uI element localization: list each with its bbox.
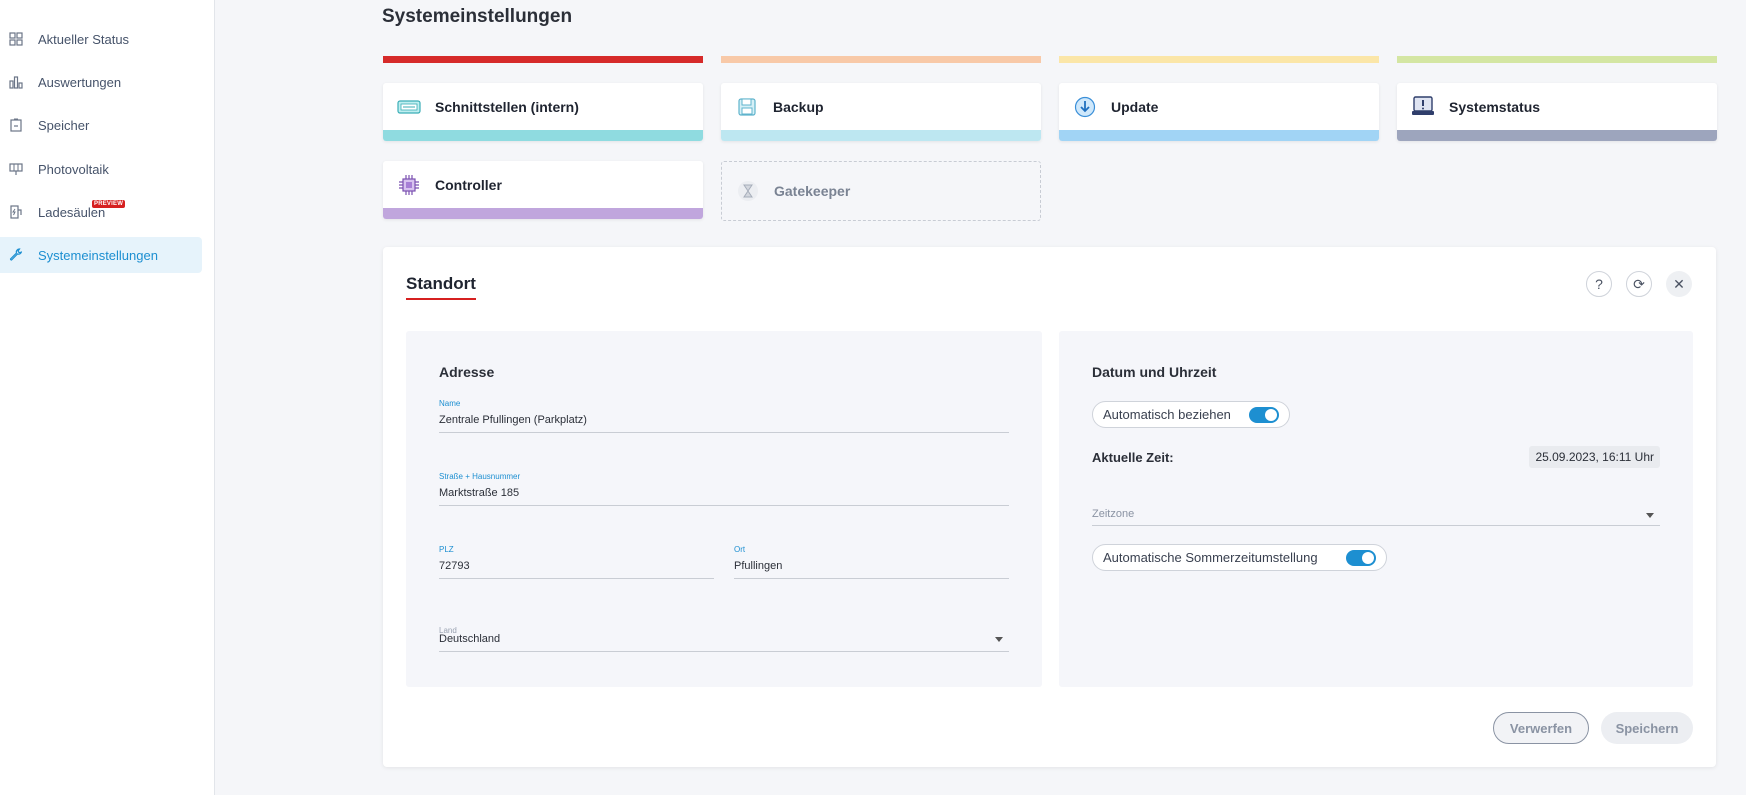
solar-panel-icon: [8, 161, 24, 177]
auto-time-switch[interactable]: [1249, 407, 1279, 423]
sidebar-item-systemeinstellungen[interactable]: Systemeinstellungen: [0, 237, 202, 273]
tile-controller[interactable]: Controller: [383, 161, 703, 219]
sidebar-item-ladesaeulen[interactable]: Ladesäulen PREVIEW: [0, 194, 202, 230]
sidebar-item-label: Auswertungen: [38, 74, 122, 90]
tile-color-bar: [383, 130, 703, 141]
name-field[interactable]: Name Zentrale Pfullingen (Parkplatz): [439, 399, 1009, 433]
interface-icon: [397, 95, 421, 119]
tile-strip-2[interactable]: [721, 56, 1041, 63]
sidebar-item-speicher[interactable]: Speicher: [0, 107, 202, 143]
refresh-button[interactable]: ⟳: [1626, 271, 1652, 297]
tile-label: Update: [1111, 98, 1159, 115]
tile-strip-3[interactable]: [1059, 56, 1379, 63]
refresh-icon: ⟳: [1633, 275, 1645, 292]
monitor-alert-icon: [1411, 95, 1435, 119]
street-label: Straße + Hausnummer: [439, 472, 521, 481]
chevron-down-icon: [1646, 513, 1654, 518]
battery-storage-icon: [8, 117, 24, 133]
sidebar-item-auswertungen[interactable]: Auswertungen: [0, 64, 202, 100]
tile-color-bar: [383, 208, 703, 219]
tile-strip-4[interactable]: [1397, 56, 1717, 63]
auto-time-toggle[interactable]: Automatisch beziehen: [1092, 401, 1290, 428]
tile-label: Systemstatus: [1449, 98, 1541, 115]
tile-gatekeeper: Gatekeeper: [721, 161, 1041, 221]
city-field[interactable]: Ort Pfullingen: [734, 545, 1009, 579]
help-button[interactable]: ?: [1586, 271, 1612, 297]
tile-backup[interactable]: Backup: [721, 83, 1041, 141]
zip-value: 72793: [439, 560, 470, 572]
city-value: Pfullingen: [734, 560, 783, 572]
page-title: Systemeinstellungen: [382, 6, 573, 27]
zip-label: PLZ: [439, 545, 454, 554]
address-panel: Adresse Name Zentrale Pfullingen (Parkpl…: [406, 331, 1042, 687]
timezone-placeholder: Zeitzone: [1092, 508, 1135, 520]
floppy-disk-icon: [735, 95, 759, 119]
tile-color-bar: [1397, 130, 1717, 141]
address-heading: Adresse: [439, 364, 495, 380]
chevron-down-icon: [995, 637, 1003, 642]
close-icon: ✕: [1673, 275, 1685, 292]
download-circle-icon: [1073, 95, 1097, 119]
tile-label: Gatekeeper: [774, 183, 851, 199]
dst-switch[interactable]: [1346, 550, 1376, 566]
standort-card: Standort ? ⟳ ✕ Adresse Name Zentrale Pfu…: [383, 247, 1716, 767]
sidebar: Aktueller Status Auswertungen Speicher P…: [0, 0, 215, 795]
question-icon: ?: [1595, 276, 1603, 292]
tile-systemstatus[interactable]: Systemstatus: [1397, 83, 1717, 141]
datetime-panel: Datum und Uhrzeit Automatisch beziehen A…: [1059, 331, 1693, 687]
street-field[interactable]: Straße + Hausnummer Marktstraße 185: [439, 472, 1009, 506]
auto-time-label: Automatisch beziehen: [1103, 407, 1231, 422]
datetime-heading: Datum und Uhrzeit: [1092, 364, 1217, 380]
bar-chart-icon: [8, 74, 24, 90]
tile-update[interactable]: Update: [1059, 83, 1379, 141]
current-time-value: 25.09.2023, 16:11 Uhr: [1529, 446, 1660, 468]
dashboard-grid-icon: [8, 31, 24, 47]
name-label: Name: [439, 399, 461, 408]
tile-color-bar: [1059, 130, 1379, 141]
name-value: Zentrale Pfullingen (Parkplatz): [439, 414, 587, 426]
tile-schnittstellen-intern[interactable]: Schnittstellen (intern): [383, 83, 703, 141]
tile-color-bar: [721, 130, 1041, 141]
wrench-icon: [8, 247, 24, 263]
sidebar-item-label: Systemeinstellungen: [38, 247, 158, 263]
save-button[interactable]: Speichern: [1601, 712, 1693, 744]
discard-button[interactable]: Verwerfen: [1493, 712, 1589, 744]
tile-label: Backup: [773, 98, 824, 115]
zip-field[interactable]: PLZ 72793: [439, 545, 714, 579]
country-select[interactable]: Land Deutschland: [439, 626, 1009, 652]
cpu-chip-icon: [397, 173, 421, 197]
charging-station-icon: [8, 204, 24, 220]
close-button[interactable]: ✕: [1666, 271, 1692, 297]
city-label: Ort: [734, 545, 746, 554]
preview-badge: PREVIEW: [92, 200, 126, 208]
sidebar-item-label: Speicher: [38, 117, 90, 133]
country-value: Deutschland: [439, 633, 501, 645]
sidebar-item-photovoltaik[interactable]: Photovoltaik: [0, 151, 202, 187]
card-title: Standort: [406, 274, 476, 300]
tile-strip-1[interactable]: [383, 56, 703, 63]
tile-label: Controller: [435, 176, 502, 193]
hourglass-icon: [736, 179, 760, 203]
tile-label: Schnittstellen (intern): [435, 98, 579, 115]
current-time-label: Aktuelle Zeit:: [1092, 450, 1174, 465]
sidebar-item-label: Aktueller Status: [38, 31, 130, 47]
street-value: Marktstraße 185: [439, 487, 520, 499]
sidebar-item-aktueller-status[interactable]: Aktueller Status: [0, 21, 202, 57]
timezone-select[interactable]: Zeitzone: [1092, 504, 1660, 526]
sidebar-item-label: Photovoltaik: [38, 161, 109, 177]
dst-toggle[interactable]: Automatische Sommerzeitumstellung: [1092, 544, 1387, 571]
dst-label: Automatische Sommerzeitumstellung: [1103, 550, 1318, 565]
